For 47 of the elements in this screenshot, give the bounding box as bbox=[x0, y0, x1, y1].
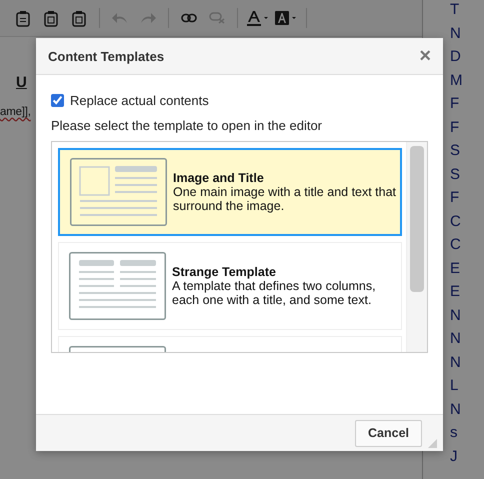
resize-grip-icon bbox=[428, 439, 437, 448]
redo-icon bbox=[140, 12, 156, 24]
sidebar-text: J bbox=[450, 448, 458, 464]
template-title: Strange Template bbox=[172, 265, 277, 279]
dialog-title: Content Templates bbox=[48, 48, 164, 64]
sidebar-text: s bbox=[450, 424, 458, 441]
sidebar-text: N bbox=[450, 330, 462, 347]
sidebar-text: E bbox=[450, 283, 462, 300]
template-item[interactable]: Strange Template A template that defines two columns, each one with a title, and some text. bbox=[58, 242, 402, 330]
background-color-icon bbox=[275, 10, 297, 26]
clipboard-icon bbox=[44, 10, 58, 26]
sidebar-text: N bbox=[450, 354, 462, 370]
sidebar-text: L bbox=[450, 377, 460, 394]
checkbox-label: Replace actual contents bbox=[70, 93, 209, 108]
template-title: Image and Title bbox=[173, 171, 265, 185]
text-color-icon bbox=[247, 10, 269, 26]
sidebar-text: S bbox=[450, 142, 462, 159]
sidebar-text: D bbox=[450, 48, 462, 65]
undo-icon bbox=[112, 12, 128, 24]
instruction-text: Please select the template to open in the editor bbox=[51, 118, 324, 133]
sidebar-text: F bbox=[450, 118, 460, 136]
sidebar-text: C bbox=[450, 212, 462, 230]
sidebar-text: C bbox=[450, 236, 462, 253]
sidebar-text: T bbox=[450, 1, 460, 18]
close-button[interactable]: × bbox=[419, 46, 431, 66]
sidebar-text: F bbox=[450, 95, 460, 112]
underline-button[interactable]: U bbox=[16, 74, 27, 90]
sidebar-text: F bbox=[450, 189, 460, 206]
sidebar-text: N bbox=[450, 306, 462, 324]
template-item[interactable]: Image and Title One main image with a title and text that surround the image. bbox=[58, 148, 402, 236]
template-thumbnail-icon bbox=[70, 158, 167, 226]
sidebar-text: N bbox=[450, 24, 462, 42]
sidebar-text: E bbox=[450, 260, 462, 276]
cancel-button[interactable]: Cancel bbox=[355, 420, 422, 446]
scrollbar-thumb[interactable] bbox=[410, 146, 424, 292]
clipboard-icon bbox=[72, 10, 86, 26]
sidebar-text: N bbox=[450, 400, 462, 418]
editor-text: ame]], bbox=[0, 106, 31, 118]
template-description: One main image with a title and text that surround the image. bbox=[173, 185, 398, 213]
clipboard-icon bbox=[16, 10, 30, 26]
sidebar-text: M bbox=[450, 72, 464, 88]
sidebar-text: S bbox=[450, 166, 462, 182]
template-description: A template that defines two columns, each one with a title, and some text. bbox=[172, 279, 377, 307]
template-thumbnail-icon bbox=[69, 252, 166, 320]
link-icon bbox=[181, 13, 197, 23]
unlink-icon bbox=[209, 12, 225, 24]
replace-checkbox[interactable] bbox=[51, 94, 64, 107]
